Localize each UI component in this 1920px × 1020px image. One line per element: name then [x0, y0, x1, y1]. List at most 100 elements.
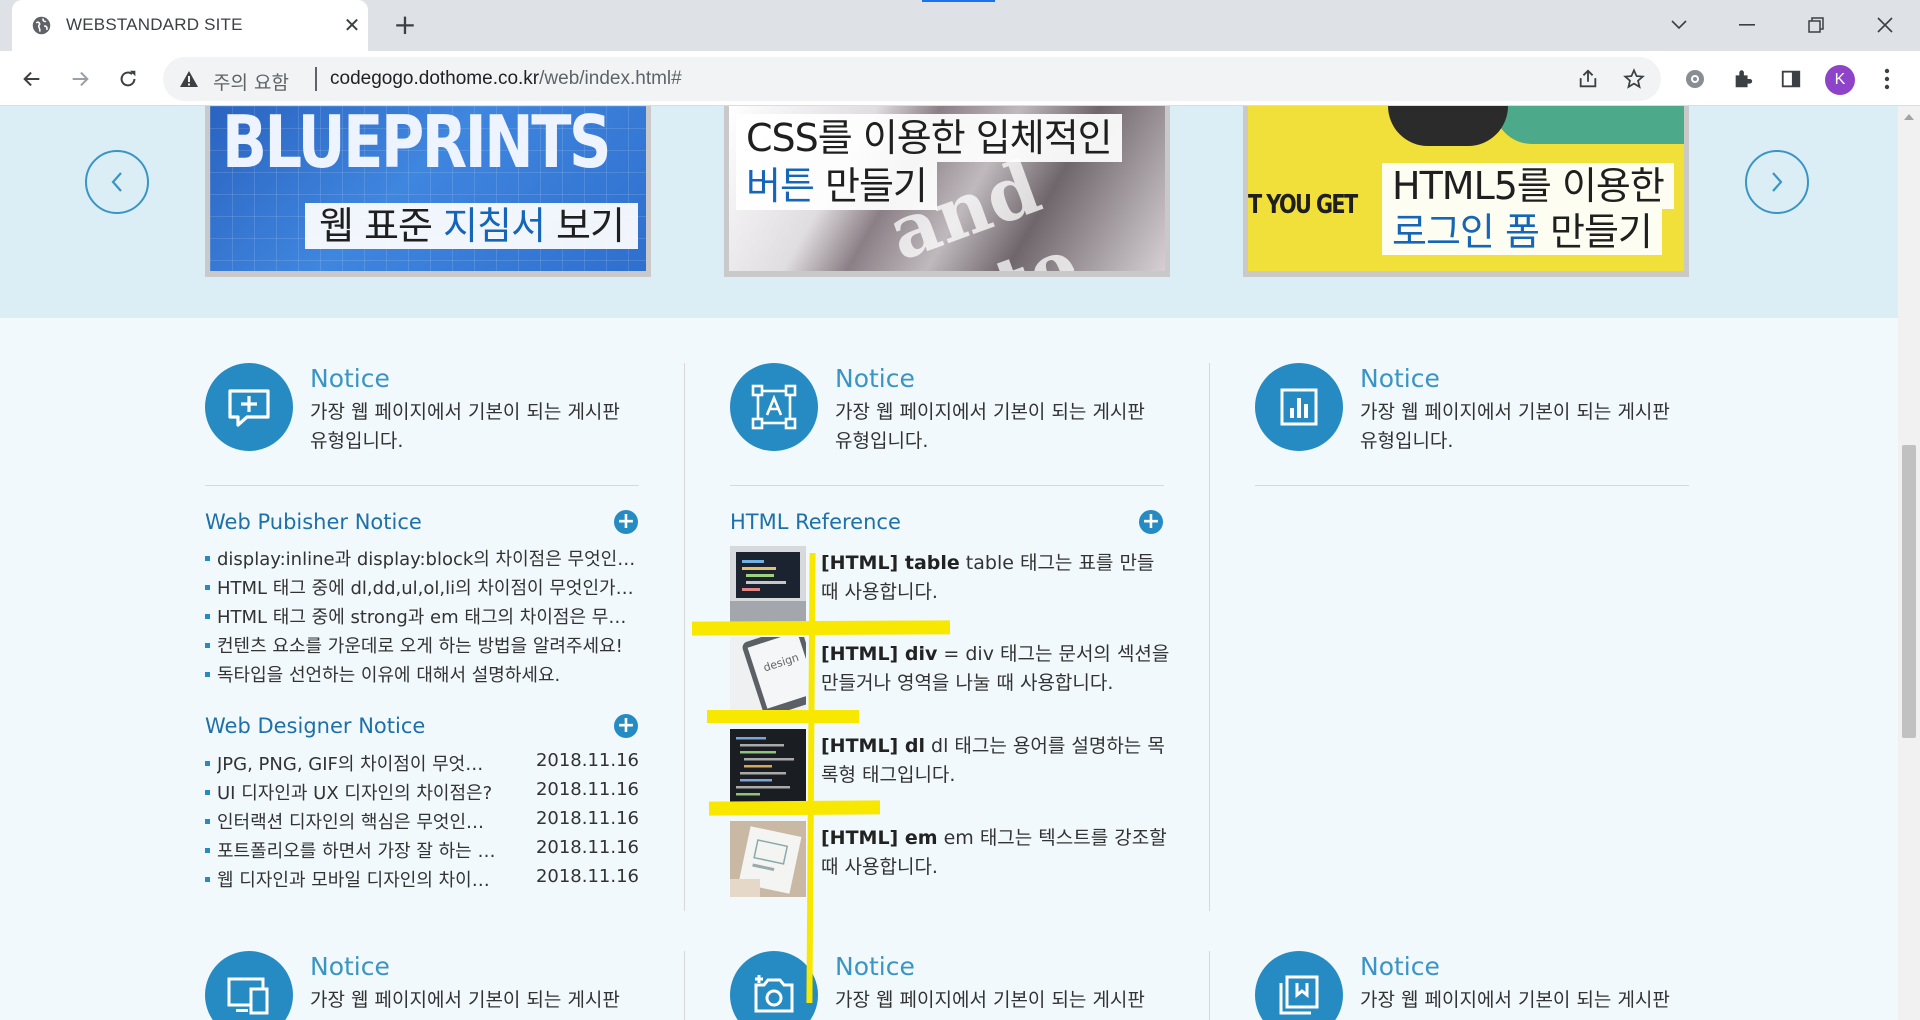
list-item[interactable]: 컨텐츠 요소를 가운데로 오게 하는 방법을 알려주세요!	[205, 632, 639, 661]
notice-title[interactable]: Notice	[835, 952, 915, 981]
banner-web-standard[interactable]: BLUEPRINTS 웹 표준 지침서 보기	[205, 106, 651, 277]
tab-webstandard[interactable]: WEBSTANDARD SITE ✕	[12, 0, 368, 51]
reference-item[interactable]: design [HTML] div = div 태그는 문서의 섹션을 만들거나…	[730, 637, 1169, 713]
list-item[interactable]: JPG, PNG, GIF의 차이점이 무엇인가요? 2018.11.16	[205, 750, 639, 779]
list-item[interactable]: 포트폴리오를 하면서 가장 잘 하는 방법은?2018.11.16	[205, 837, 639, 866]
code-screen-thumbnail	[730, 729, 806, 805]
list-item[interactable]: 독타입을 선언하는 이유에 대해서 설명하세요.	[205, 661, 639, 690]
page-scrollbar[interactable]	[1898, 106, 1920, 1020]
banner-caption-line2: 로그인 폼 만들기	[1382, 209, 1662, 255]
reference-thumbnail	[730, 546, 806, 622]
list-item[interactable]: HTML 태그 중에 strong과 em 태그의 차이점은 무엇인가요?	[205, 603, 639, 632]
minimize-icon	[1739, 24, 1755, 26]
browser-menu-button[interactable]	[1873, 65, 1901, 93]
reference-thumbnail: design	[730, 637, 806, 713]
sketch-paper-thumbnail	[730, 821, 806, 897]
star-icon	[1623, 68, 1645, 89]
notice-block: Notice 가장 웹 페이지에서 기본이 되는 게시판	[730, 951, 1164, 1020]
tablet-design-thumbnail: design	[730, 637, 806, 713]
bookmark-button[interactable]	[1622, 67, 1646, 91]
reload-button[interactable]	[112, 63, 144, 95]
notice-icon-circle[interactable]	[730, 951, 818, 1020]
banner-caption-line2: 버튼 만들기	[736, 162, 937, 210]
chevron-right-icon	[1772, 172, 1783, 192]
reference-text: [HTML] em em 태그는 텍스트를 강조할 때 사용합니다.	[821, 827, 1167, 878]
reference-item[interactable]: [HTML] dl dl 태그는 용어를 설명하는 목록형 태그입니다.	[730, 729, 1165, 805]
new-tab-button[interactable]: +	[390, 10, 420, 40]
url-path: /web/index.html#	[539, 68, 682, 89]
more-button[interactable]: +	[614, 510, 638, 534]
scroll-up-arrow[interactable]	[1904, 114, 1914, 120]
share-icon	[1579, 69, 1597, 88]
forward-arrow-icon	[72, 71, 89, 87]
annotation-stroke	[708, 800, 881, 816]
share-button[interactable]	[1576, 67, 1600, 91]
close-window-button[interactable]	[1865, 8, 1905, 42]
warning-icon[interactable]	[179, 69, 199, 89]
browser-toolbar: 주의 요함 codegogo.dothome.co.kr/web/index.h…	[0, 51, 1920, 106]
notice-icon-circle[interactable]	[1255, 363, 1343, 451]
notice-icon-circle[interactable]	[1255, 951, 1343, 1020]
notice-desc: 가장 웹 페이지에서 기본이 되는 게시판 유형입니다.	[310, 401, 620, 452]
gallery-icon	[1279, 975, 1319, 1015]
list-item[interactable]: display:inline과 display:block의 차이점은 무엇인가…	[205, 545, 639, 574]
chevron-left-icon	[111, 172, 122, 192]
restore-button[interactable]	[1796, 8, 1836, 42]
list-item[interactable]: 웹 디자인과 모바일 디자인의 차이점은? 2018.11.16	[205, 866, 639, 895]
tab-search-button[interactable]	[1659, 8, 1699, 42]
section-divider	[1255, 485, 1689, 486]
banner-slider: BLUEPRINTS 웹 표준 지침서 보기 and inte CSS를 이용한…	[0, 106, 1898, 318]
minimize-button[interactable]	[1727, 8, 1767, 42]
notice-title[interactable]: Notice	[1360, 364, 1440, 393]
list-item[interactable]: HTML 태그 중에 dl,dd,ul,ol,li의 차이점이 무엇인가요?	[205, 574, 639, 603]
notice-title[interactable]: Notice	[1360, 952, 1440, 981]
slider-next-button[interactable]	[1745, 150, 1809, 214]
notice-title[interactable]: Notice	[310, 364, 390, 393]
notice-block: Notice 가장 웹 페이지에서 기본이 되는 게시판 유형입니다.	[730, 363, 1164, 453]
slider-prev-button[interactable]	[85, 150, 149, 214]
address-bar[interactable]: 주의 요함 codegogo.dothome.co.kr/web/index.h…	[163, 57, 1661, 101]
list-item[interactable]: 인터랙션 디자인의 핵심은 무엇인가요? 2018.11.16	[205, 808, 639, 837]
more-button[interactable]: +	[1139, 510, 1163, 534]
back-button[interactable]	[16, 63, 48, 95]
banner-css-button[interactable]: and inte CSS를 이용한 입체적인 버튼 만들기	[724, 106, 1170, 277]
scroll-thumb[interactable]	[1902, 445, 1916, 738]
page-viewport: BLUEPRINTS 웹 표준 지침서 보기 and inte CSS를 이용한…	[0, 106, 1898, 1020]
close-icon	[1877, 17, 1893, 33]
notice-icon-circle[interactable]	[205, 951, 293, 1020]
column-divider	[684, 363, 685, 911]
text-frame-icon	[751, 384, 797, 430]
notice-icon-circle[interactable]	[730, 363, 818, 451]
list-item[interactable]: UI 디자인과 UX 디자인의 차이점은? 2018.11.16	[205, 779, 639, 808]
notice-title[interactable]: Notice	[310, 952, 390, 981]
tab-title: WEBSTANDARD SITE	[66, 15, 243, 34]
reference-item[interactable]: [HTML] table table 태그는 표를 만들 때 사용합니다.	[730, 546, 1164, 622]
list-title-reference[interactable]: HTML Reference	[730, 510, 901, 534]
security-status[interactable]: 주의 요함	[213, 68, 289, 95]
notice-desc: 가장 웹 페이지에서 기본이 되는 게시판	[310, 989, 620, 1011]
side-panel-button[interactable]	[1777, 65, 1805, 93]
banner-side-text: T YOU GET	[1248, 190, 1358, 220]
banner-html5-login[interactable]: T YOU GET HTML5를 이용한 로그인 폼 만들기	[1243, 106, 1689, 277]
list-title-publisher[interactable]: Web Pubisher Notice	[205, 510, 422, 534]
section-divider	[205, 485, 639, 486]
reference-item[interactable]: [HTML] em em 태그는 텍스트를 강조할 때 사용합니다.	[730, 821, 1167, 897]
chat-plus-icon	[228, 389, 270, 427]
notice-title[interactable]: Notice	[835, 364, 915, 393]
restore-icon	[1808, 17, 1824, 33]
profile-avatar[interactable]: K	[1825, 65, 1855, 95]
more-button[interactable]: +	[614, 714, 638, 738]
url-text[interactable]: codegogo.dothome.co.kr/web/index.html#	[330, 68, 682, 90]
close-icon[interactable]: ✕	[340, 13, 364, 37]
extensions-menu-button[interactable]	[1729, 65, 1757, 93]
extension-button[interactable]	[1681, 65, 1709, 93]
notice-icon-circle[interactable]	[205, 363, 293, 451]
notice-block: Notice 가장 웹 페이지에서 기본이 되는 게시판	[1255, 951, 1689, 1020]
banner-big-text: BLUEPRINTS	[222, 106, 612, 184]
back-arrow-icon	[23, 71, 40, 87]
forward-button[interactable]	[64, 63, 96, 95]
notice-desc: 가장 웹 페이지에서 기본이 되는 게시판 유형입니다.	[835, 401, 1145, 452]
chevron-down-icon	[1671, 20, 1687, 30]
list-title-designer[interactable]: Web Designer Notice	[205, 714, 425, 738]
designer-notice-list: JPG, PNG, GIF의 차이점이 무엇인가요? 2018.11.16 UI …	[205, 750, 639, 895]
